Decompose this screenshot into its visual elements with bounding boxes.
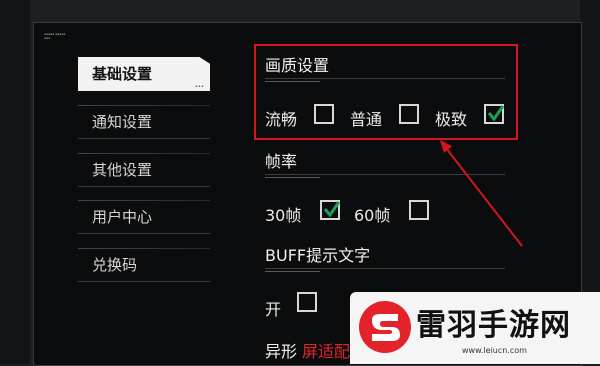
watermark-logo-icon: [359, 301, 411, 353]
site-watermark: 雷羽手游网 www.leiucn.com: [350, 292, 600, 364]
game-settings-screen: ▪▪▪▪▪ ▪▪▪▪▪ ▪▪▪ 基础设置 ... 通知设置 其他设置 用户中心 兑…: [0, 0, 600, 366]
watermark-name: 雷羽手游网: [416, 308, 571, 343]
watermark-url: www.leiucn.com: [462, 346, 527, 355]
